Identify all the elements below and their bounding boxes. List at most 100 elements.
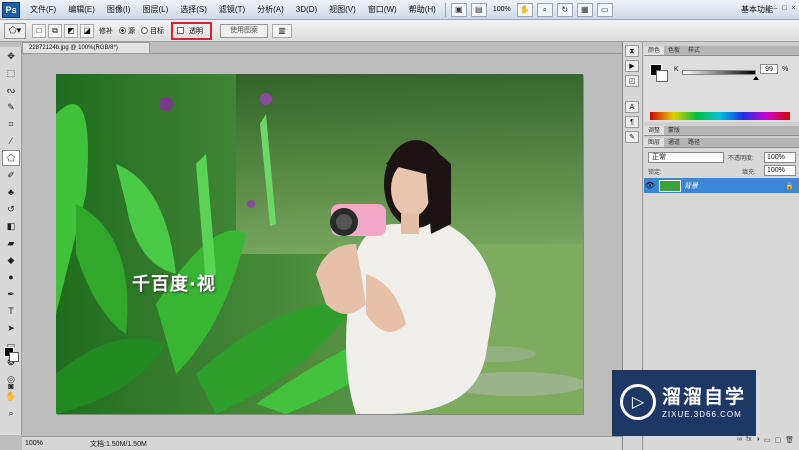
- tab-adjustments[interactable]: 调整: [644, 126, 665, 135]
- watermark-url: ZIXUE.3D66.COM: [662, 410, 742, 419]
- hand-icon[interactable]: ✋: [516, 2, 533, 17]
- menu-select[interactable]: 选择(S): [174, 0, 213, 20]
- brush-tool-icon[interactable]: ✐: [2, 167, 20, 183]
- zoom-level[interactable]: 100%: [493, 6, 511, 13]
- path-select-tool-icon[interactable]: ➤: [2, 320, 20, 336]
- k-slider[interactable]: [682, 70, 760, 80]
- tab-styles[interactable]: 样式: [684, 46, 704, 55]
- clone-stamp-tool-icon[interactable]: ♣: [2, 184, 20, 200]
- crop-tool-icon[interactable]: ⌗: [2, 116, 20, 132]
- intersect-selection-icon[interactable]: ◪: [80, 23, 94, 38]
- image-canvas[interactable]: 千百度·视: [56, 74, 583, 414]
- menu-window[interactable]: 窗口(W): [362, 0, 403, 20]
- k-value-input[interactable]: 99: [760, 64, 778, 74]
- tab-swatches[interactable]: 色板: [664, 46, 684, 55]
- link-layers-icon[interactable]: ∞: [737, 436, 742, 446]
- layer-row-background[interactable]: 👁 背景 🔒: [644, 178, 799, 193]
- menu-file[interactable]: 文件(F): [24, 0, 62, 20]
- gradient-tool-icon[interactable]: ▰: [2, 235, 20, 251]
- paragraph-panel-icon[interactable]: ¶: [625, 116, 639, 128]
- use-pattern-button[interactable]: 使用图案: [220, 23, 268, 38]
- layer-style-icon[interactable]: fx: [746, 436, 751, 446]
- workspace-switcher[interactable]: 基本功能: [741, 4, 773, 15]
- k-channel-label: K: [674, 66, 679, 73]
- arrange-documents-icon[interactable]: ▦: [576, 2, 593, 17]
- color-background-swatch[interactable]: [656, 70, 668, 82]
- pen-tool-icon[interactable]: ✒: [2, 286, 20, 302]
- source-radio[interactable]: 源: [119, 26, 135, 36]
- patch-tool-icon[interactable]: ⬠: [2, 150, 20, 166]
- close-icon[interactable]: ×: [790, 3, 797, 15]
- background-color-swatch[interactable]: [9, 352, 19, 362]
- view-extras-icon[interactable]: ▤: [470, 2, 487, 17]
- options-bar: ⬠▾ □ ⧉ ◩ ◪ 修补 源 目标 透明 使用图案 ▥: [0, 20, 799, 42]
- menu-layer[interactable]: 图层(L): [136, 0, 174, 20]
- quick-mask-icon[interactable]: ◙: [2, 378, 20, 394]
- adjustments-panel: 调整 蒙版: [644, 126, 799, 136]
- brushes-panel-icon[interactable]: ✎: [625, 131, 639, 143]
- tab-channels[interactable]: 通道: [664, 138, 684, 147]
- patch-tool-preset-icon[interactable]: ⬠▾: [4, 22, 26, 39]
- bridge-icon[interactable]: ▣: [450, 2, 467, 17]
- status-zoom[interactable]: 100%: [22, 440, 50, 447]
- marquee-tool-icon[interactable]: ⬚: [2, 65, 20, 81]
- layers-panel-tabs: 图层 通道 路径: [644, 138, 799, 148]
- document-tab[interactable]: 22872124b.jpg @ 100%(RGB/8*): [22, 42, 150, 53]
- zoom-icon[interactable]: ⌕: [536, 2, 553, 17]
- tab-layers[interactable]: 图层: [644, 138, 665, 147]
- menu-help[interactable]: 帮助(H): [403, 0, 442, 20]
- new-group-icon[interactable]: ▭: [764, 436, 771, 446]
- layer-mask-icon[interactable]: ◑: [756, 436, 760, 446]
- photoshop-logo[interactable]: Ps: [2, 1, 20, 18]
- tab-color[interactable]: 颜色: [644, 46, 665, 55]
- minimize-icon[interactable]: –: [772, 3, 779, 15]
- move-tool-icon[interactable]: ✥: [2, 48, 20, 64]
- pattern-picker-icon[interactable]: ▥: [272, 23, 292, 38]
- blur-tool-icon[interactable]: ◆: [2, 252, 20, 268]
- history-panel-icon[interactable]: ⧗: [625, 45, 639, 57]
- watermark-title: 溜溜自学: [662, 386, 747, 408]
- window-controls: – □ ×: [772, 3, 797, 15]
- eraser-tool-icon[interactable]: ◧: [2, 218, 20, 234]
- tab-masks[interactable]: 蒙版: [664, 126, 684, 135]
- type-tool-icon[interactable]: T: [2, 303, 20, 319]
- layer-visibility-eye-icon[interactable]: 👁: [644, 181, 656, 190]
- k-slider-thumb[interactable]: [753, 76, 760, 80]
- color-spectrum-ramp[interactable]: [650, 112, 790, 120]
- menu-filter[interactable]: 滤镜(T): [213, 0, 251, 20]
- add-selection-icon[interactable]: ⧉: [48, 23, 62, 38]
- character-panel-icon[interactable]: A: [625, 101, 639, 113]
- target-radio[interactable]: 目标: [141, 26, 164, 36]
- history-brush-tool-icon[interactable]: ↺: [2, 201, 20, 217]
- source-radio-dot[interactable]: [119, 27, 126, 35]
- rotate-view-icon[interactable]: ↻: [556, 2, 573, 17]
- maximize-icon[interactable]: □: [781, 3, 788, 15]
- navigator-panel-icon[interactable]: ◰: [625, 75, 639, 87]
- quick-select-tool-icon[interactable]: ✎: [2, 99, 20, 115]
- blend-mode-select[interactable]: 正常: [648, 152, 724, 163]
- subtract-selection-icon[interactable]: ◩: [64, 23, 78, 38]
- lasso-tool-icon[interactable]: ᔓ: [2, 82, 20, 98]
- fill-input[interactable]: 100%: [764, 165, 796, 176]
- target-radio-dot[interactable]: [141, 27, 148, 35]
- new-layer-icon[interactable]: ▢: [774, 436, 781, 446]
- menu-analysis[interactable]: 分析(A): [251, 0, 290, 20]
- zoom-tool-icon[interactable]: ⌕: [2, 405, 20, 421]
- menu-image[interactable]: 图像(I): [101, 0, 137, 20]
- eyedropper-tool-icon[interactable]: ⁄: [2, 133, 20, 149]
- layer-name[interactable]: 背景: [684, 181, 698, 191]
- transparent-checkbox[interactable]: [177, 27, 184, 34]
- tab-paths[interactable]: 路径: [684, 138, 704, 147]
- document-tab-divider: [22, 53, 622, 54]
- adjust-panel-tabs: 调整 蒙版: [644, 126, 799, 136]
- new-selection-icon[interactable]: □: [32, 23, 46, 38]
- menu-edit[interactable]: 编辑(E): [62, 0, 101, 20]
- opacity-input[interactable]: 100%: [764, 152, 796, 163]
- menu-view[interactable]: 视图(V): [323, 0, 362, 20]
- actions-panel-icon[interactable]: ▶: [625, 60, 639, 72]
- menu-3d[interactable]: 3D(D): [290, 0, 323, 20]
- delete-layer-icon[interactable]: 🗑: [785, 436, 794, 446]
- screen-mode-icon[interactable]: ▭: [596, 2, 613, 17]
- dodge-tool-icon[interactable]: ●: [2, 269, 20, 285]
- document-size[interactable]: 文档:1.50M/1.50M: [90, 439, 147, 449]
